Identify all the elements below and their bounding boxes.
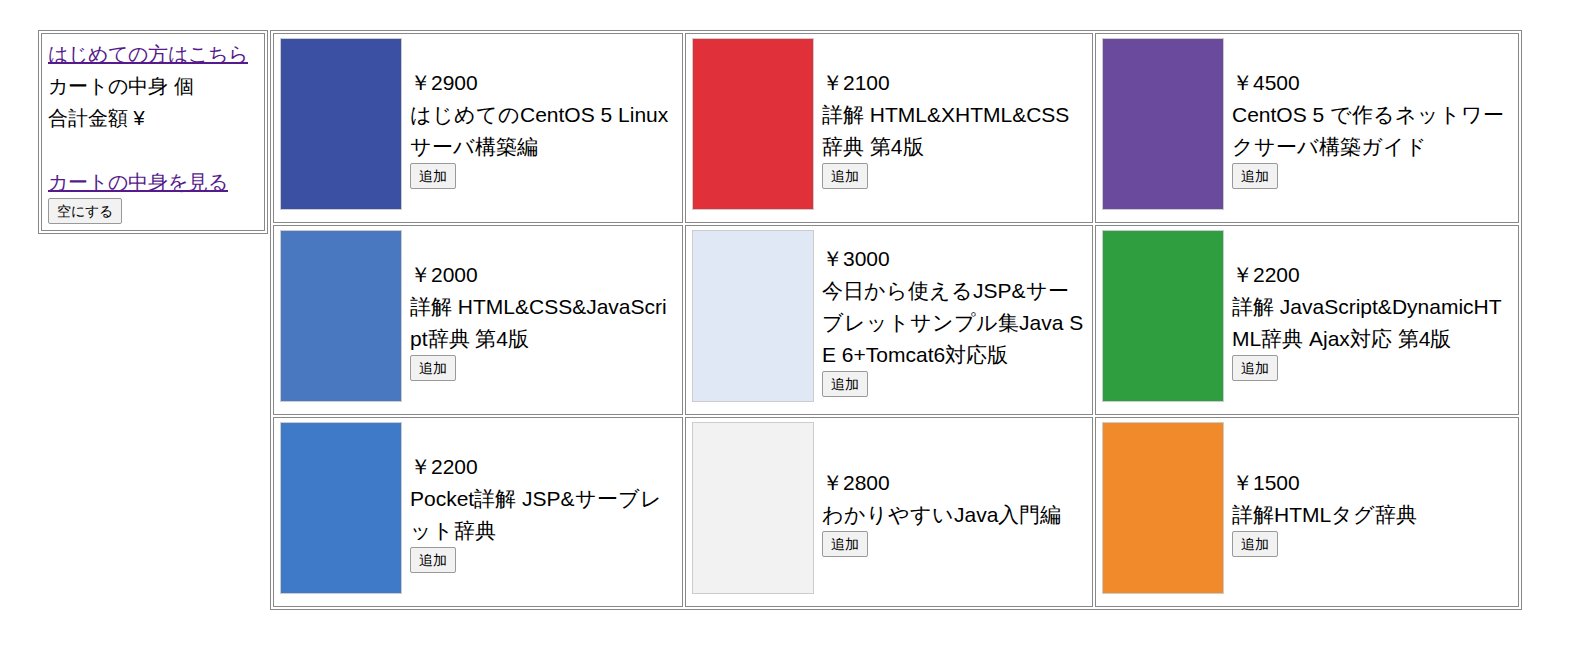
- book-price: ￥2800: [822, 467, 890, 499]
- book-price: ￥2900: [410, 67, 478, 99]
- book-price: ￥2200: [410, 451, 478, 483]
- add-button[interactable]: 追加: [410, 547, 456, 573]
- book-cover: [280, 422, 402, 594]
- book-price: ￥2100: [822, 67, 890, 99]
- book-cover: [1102, 422, 1224, 594]
- book-title: 今日から使えるJSP&サーブレットサンプル集Java SE 6+Tomcat6対…: [822, 275, 1086, 371]
- book-card: ￥4500CentOS 5 で作るネットワークサーバ構築ガイド追加: [1095, 33, 1519, 223]
- book-grid: ￥2900はじめてのCentOS 5 Linuxサーバ構築編追加￥2100詳解 …: [270, 30, 1522, 610]
- book-price: ￥4500: [1232, 67, 1300, 99]
- book-cover: [692, 230, 814, 402]
- book-card: ￥2200詳解 JavaScript&DynamicHTML辞典 Ajax対応 …: [1095, 225, 1519, 415]
- add-button[interactable]: 追加: [822, 163, 868, 189]
- add-button[interactable]: 追加: [1232, 531, 1278, 557]
- book-info: ￥3000今日から使えるJSP&サーブレットサンプル集Java SE 6+Tom…: [822, 243, 1086, 397]
- add-button[interactable]: 追加: [822, 531, 868, 557]
- book-info: ￥4500CentOS 5 で作るネットワークサーバ構築ガイド追加: [1232, 67, 1512, 189]
- book-title: Pocket詳解 JSP&サーブレット辞典: [410, 483, 676, 547]
- book-price: ￥2000: [410, 259, 478, 291]
- book-info: ￥2200詳解 JavaScript&DynamicHTML辞典 Ajax対応 …: [1232, 259, 1512, 381]
- book-title: 詳解 JavaScript&DynamicHTML辞典 Ajax対応 第4版: [1232, 291, 1512, 355]
- book-title: 詳解 HTML&CSS&JavaScript辞典 第4版: [410, 291, 676, 355]
- page: はじめての方はこちらカートの中身 個合計金額 ¥ カートの中身を見る空にする ￥29…: [0, 0, 1572, 610]
- book-price: ￥3000: [822, 243, 890, 275]
- book-info: ￥2800わかりやすいJava入門編追加: [822, 467, 1086, 557]
- book-info: ￥2200Pocket詳解 JSP&サーブレット辞典追加: [410, 451, 676, 573]
- add-button[interactable]: 追加: [410, 355, 456, 381]
- book-cover: [692, 38, 814, 210]
- book-card: ￥1500詳解HTMLタグ辞典追加: [1095, 417, 1519, 607]
- book-cover: [280, 38, 402, 210]
- guide-link[interactable]: はじめての方はこちら: [48, 38, 248, 70]
- view-cart-link[interactable]: カートの中身を見る: [48, 166, 228, 198]
- book-card: ￥3000今日から使えるJSP&サーブレットサンプル集Java SE 6+Tom…: [685, 225, 1093, 415]
- clear-button[interactable]: 空にする: [48, 198, 122, 224]
- book-title: 詳解HTMLタグ辞典: [1232, 499, 1417, 531]
- book-info: ￥1500詳解HTMLタグ辞典追加: [1232, 467, 1512, 557]
- book-title: CentOS 5 で作るネットワークサーバ構築ガイド: [1232, 99, 1512, 163]
- add-button[interactable]: 追加: [410, 163, 456, 189]
- book-info: ￥2100詳解 HTML&XHTML&CSS辞典 第4版追加: [822, 67, 1086, 189]
- add-button[interactable]: 追加: [1232, 355, 1278, 381]
- book-info: ￥2000詳解 HTML&CSS&JavaScript辞典 第4版追加: [410, 259, 676, 381]
- book-card: ￥2100詳解 HTML&XHTML&CSS辞典 第4版追加: [685, 33, 1093, 223]
- book-card: ￥2200Pocket詳解 JSP&サーブレット辞典追加: [273, 417, 683, 607]
- cart-panel: はじめての方はこちらカートの中身 個合計金額 ¥ カートの中身を見る空にする: [38, 30, 268, 234]
- book-price: ￥2200: [1232, 259, 1300, 291]
- book-cover: [692, 422, 814, 594]
- book-info: ￥2900はじめてのCentOS 5 Linuxサーバ構築編追加: [410, 67, 676, 189]
- cart-count: カートの中身 個: [48, 70, 194, 102]
- book-cover: [1102, 38, 1224, 210]
- book-cover: [1102, 230, 1224, 402]
- cart-cell: はじめての方はこちらカートの中身 個合計金額 ¥ カートの中身を見る空にする: [41, 33, 265, 231]
- book-title: はじめてのCentOS 5 Linuxサーバ構築編: [410, 99, 676, 163]
- cart-total: 合計金額 ¥: [48, 102, 145, 134]
- book-title: 詳解 HTML&XHTML&CSS辞典 第4版: [822, 99, 1086, 163]
- book-cover: [280, 230, 402, 402]
- book-card: ￥2900はじめてのCentOS 5 Linuxサーバ構築編追加: [273, 33, 683, 223]
- add-button[interactable]: 追加: [1232, 163, 1278, 189]
- book-card: ￥2000詳解 HTML&CSS&JavaScript辞典 第4版追加: [273, 225, 683, 415]
- add-button[interactable]: 追加: [822, 371, 868, 397]
- book-card: ￥2800わかりやすいJava入門編追加: [685, 417, 1093, 607]
- book-price: ￥1500: [1232, 467, 1300, 499]
- book-title: わかりやすいJava入門編: [822, 499, 1061, 531]
